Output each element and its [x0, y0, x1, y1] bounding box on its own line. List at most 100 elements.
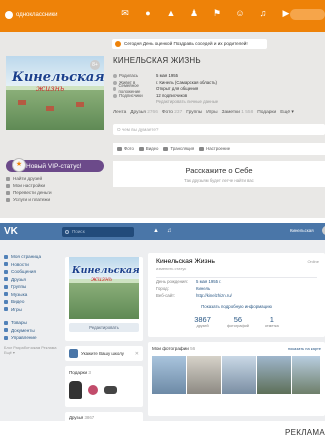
photo-thumbnail[interactable] [292, 356, 320, 394]
photo-button[interactable]: Фото [117, 146, 134, 151]
tab-notes[interactable]: Заметки 1 558 [222, 110, 254, 115]
sidebar-item-music[interactable]: Музыка [4, 291, 64, 299]
ok-notification[interactable]: Сегодня День оценкой Поздравь соседей и … [112, 39, 267, 49]
gift-car-icon[interactable] [104, 386, 117, 394]
vk-profile-card: Кинельская Жизнь изменить статус Online … [148, 253, 325, 337]
live-button[interactable]: Трансляция [163, 146, 194, 151]
profile-stats: 3867 друзей 56 фотографий 1 отметка [156, 315, 317, 328]
tab-more[interactable]: Ещё ▾ [280, 110, 294, 115]
sidebar-item-manage[interactable]: Управление [4, 334, 64, 342]
gift-ribbon-icon[interactable] [88, 385, 98, 395]
mood-icon [199, 146, 205, 151]
avatar-roof [76, 102, 84, 107]
sidebar-item-news[interactable]: Новости [4, 261, 64, 269]
post-input[interactable]: О чем вы думаете? [113, 123, 325, 135]
vk-logo[interactable]: VK [4, 226, 18, 237]
music-icon[interactable]: ♫ [256, 6, 270, 20]
ok-search-input[interactable] [290, 9, 325, 20]
photo-thumbnail[interactable] [222, 356, 256, 394]
avatar-title: Кинельская [12, 70, 104, 85]
photos-map-link[interactable]: показать на карте [288, 346, 321, 351]
close-icon[interactable]: ✕ [135, 351, 139, 357]
field-value[interactable]: http://kinelzhizn.ru/ [196, 293, 232, 300]
edit-button[interactable]: Редактировать [69, 323, 139, 332]
wallet-icon [6, 197, 10, 202]
tab-feed[interactable]: Лента [113, 110, 126, 115]
field-value[interactable]: Кинель [196, 286, 210, 293]
friends-icon[interactable]: ♟ [187, 6, 201, 20]
photo-thumbnail[interactable] [257, 356, 291, 394]
sidebar-item-messages[interactable]: Сообщения [4, 268, 64, 276]
location-icon [113, 80, 117, 85]
bell-icon[interactable]: ▲ [164, 6, 178, 20]
vk-search-placeholder: Поиск [72, 229, 85, 234]
tab-photos[interactable]: Фото 237 [162, 110, 182, 115]
about-card[interactable]: Расскажите о Себе Так друзьям будет легч… [113, 160, 325, 187]
tab-games[interactable]: Игры [206, 110, 217, 115]
envelope-icon[interactable]: ✉ [118, 6, 132, 20]
video-button[interactable]: Видео [138, 146, 158, 151]
photo-thumbnail[interactable] [152, 356, 186, 394]
school-card[interactable]: Укажите Вашу школу ✕ [65, 346, 143, 361]
menu-item-transfer[interactable]: Перевести деньги [6, 189, 104, 196]
gifts-card[interactable]: Подарки 3 [65, 366, 143, 407]
info-key: Родилась [119, 73, 139, 78]
stat-photos[interactable]: 56 фотографий [227, 315, 249, 328]
sidebar-item-my-page[interactable]: Моя страница [4, 253, 64, 261]
sidebar-footer[interactable]: Блог Разработчикам Реклама Ещё ▾ [4, 346, 64, 357]
vk-topbar: VK Поиск ▲ ♫ Кинельская [0, 223, 325, 240]
menu-item-settings[interactable]: Мои настройки [6, 182, 104, 189]
chat-icon[interactable]: ● [141, 6, 155, 20]
tab-gifts[interactable]: Подарки [257, 110, 276, 115]
online-status: Online [307, 259, 319, 264]
message-icon [4, 269, 8, 274]
gift-bag-icon[interactable] [69, 381, 82, 399]
status-link[interactable]: изменить статус [156, 266, 317, 271]
sidebar-item-goods[interactable]: Товары [4, 319, 64, 327]
menu-item-find-friends[interactable]: Найти друзей [6, 175, 104, 182]
stat-tags[interactable]: 1 отметка [265, 315, 279, 328]
info-value[interactable]: 12 подписчиков [156, 93, 187, 100]
ok-screenshot: одноклассники ✉ ● ▲ ♟ ⚑ ☺ ♫ ▶ Сегодня Де… [0, 0, 325, 218]
tab-friends[interactable]: Друзья 2766 [130, 110, 158, 115]
ok-logo-text: одноклассники [16, 12, 58, 18]
vk-user-menu[interactable]: Кинельская [290, 226, 325, 235]
sidebar-item-friends[interactable]: Друзья [4, 276, 64, 284]
tab-groups[interactable]: Группы [186, 110, 202, 115]
info-value[interactable]: г. Кинель (Самарская область) [156, 80, 217, 87]
vk-search-input[interactable]: Поиск [62, 227, 134, 237]
menu-item-payments[interactable]: Услуги и платежи [6, 196, 104, 203]
ok-notification-text: Сегодня День оценкой Поздравь соседей и … [124, 41, 248, 46]
ok-left-column: Кинельская жизнь 8+ ★ Новый VIP-статус! … [6, 56, 104, 203]
friends-card[interactable]: Друзья 3867 [65, 412, 143, 421]
page: одноклассники ✉ ● ▲ ♟ ⚑ ☺ ♫ ▶ Сегодня Де… [0, 0, 325, 440]
more-info-link[interactable]: Показать подробную информацию [156, 304, 317, 309]
photo-thumbnail[interactable] [187, 356, 221, 394]
edit-info-link[interactable]: Редактировать личные данные [156, 99, 218, 106]
about-subtitle: Так друзьям будет легче найти вас [184, 177, 254, 183]
sidebar-item-games[interactable]: Игры [4, 306, 64, 314]
stat-friends[interactable]: 3867 друзей [194, 315, 211, 328]
vk-avatar-card: Кинельская жизнь Редактировать [65, 257, 143, 341]
info-row: Родилась 5 мая 1955 [113, 73, 325, 80]
guests-icon[interactable]: ⚑ [210, 6, 224, 20]
money-icon [6, 190, 10, 195]
bell-icon[interactable]: ▲ [153, 228, 159, 234]
ok-logo[interactable]: одноклассники [5, 11, 58, 19]
avatar-subtitle: жизнь [91, 276, 113, 283]
info-row: Семейное положение Открыт для общения [113, 83, 325, 94]
events-icon[interactable]: ☺ [233, 6, 247, 20]
field-value[interactable]: 5 мая 1955 г. [196, 279, 221, 286]
vip-status-button[interactable]: ★ Новый VIP-статус! [6, 158, 104, 172]
avatar-title: Кинельская [72, 265, 139, 276]
avatar-town [6, 90, 104, 130]
sidebar-item-video[interactable]: Видео [4, 298, 64, 306]
music-icon[interactable]: ♫ [167, 228, 172, 234]
video-icon [138, 146, 144, 151]
ok-logo-icon [5, 11, 13, 19]
sidebar-item-groups[interactable]: Группы [4, 283, 64, 291]
mood-button[interactable]: Настроение [199, 146, 230, 151]
sidebar-item-docs[interactable]: Документы [4, 327, 64, 335]
ok-avatar[interactable]: Кинельская жизнь 8+ [6, 56, 104, 130]
vk-avatar[interactable]: Кинельская жизнь [69, 257, 139, 319]
